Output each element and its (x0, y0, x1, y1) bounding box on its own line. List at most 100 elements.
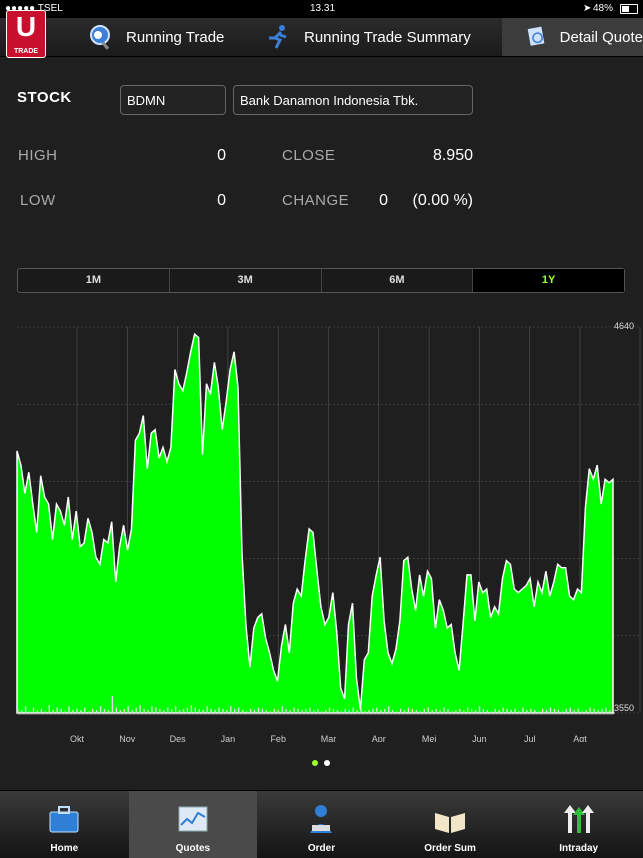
y-max-label: 4640 (614, 322, 634, 331)
volume-bar (95, 710, 98, 714)
volume-bar (277, 710, 279, 714)
volume-bar (348, 710, 350, 714)
volume-bar (111, 696, 114, 714)
volume-bar (510, 710, 512, 714)
volume-bar (569, 707, 571, 714)
volume-bar (222, 708, 224, 714)
tab-running-trade-label: Running Trade (126, 28, 225, 46)
volume-bar (447, 708, 449, 714)
x-axis-label: Jan (221, 734, 236, 742)
x-axis-label: Agt (573, 734, 587, 742)
volume-bar (238, 707, 240, 714)
change-value: 0 (379, 192, 388, 209)
volume-bar (514, 708, 516, 714)
volume-bar (293, 707, 295, 714)
stock-code-input[interactable]: BDMN (120, 85, 226, 115)
tab-home-label: Home (50, 843, 79, 854)
book-icon (435, 813, 466, 833)
volume-bar (273, 708, 275, 714)
volume-bar (135, 707, 137, 714)
tab-quotes[interactable]: Quotes (128, 791, 258, 858)
volume-bar (72, 710, 74, 714)
x-axis-label: Apr (372, 734, 386, 742)
status-bar: ●●●●● TSEL 13.31 ➤ 48% (0, 0, 643, 18)
tab-running-trade-summary-label: Running Trade Summary (304, 28, 471, 46)
period-6m[interactable]: 6M (322, 269, 474, 292)
volume-bar (206, 706, 208, 714)
volume-bar (526, 710, 528, 714)
volume-bar (380, 710, 382, 714)
volume-bar (301, 710, 303, 714)
volume-bar (530, 708, 532, 714)
volume-bar (242, 710, 244, 714)
volume-bar (143, 708, 145, 714)
volume-bar (305, 708, 307, 714)
volume-bar (163, 710, 165, 714)
period-3m[interactable]: 3M (170, 269, 322, 292)
logo-subtext: TRADE (13, 48, 39, 55)
volume-bar (174, 706, 177, 714)
volume-bar (155, 707, 157, 714)
page-indicator[interactable] (312, 753, 336, 771)
volume-bar (459, 708, 461, 714)
volume-bar (427, 707, 429, 714)
volume-bar (549, 707, 552, 714)
tab-order-sum[interactable]: Order Sum (386, 791, 515, 858)
volume-bar (52, 710, 54, 714)
tab-order[interactable]: Order (257, 791, 386, 858)
volume-bar (261, 708, 264, 714)
volume-bar (478, 706, 481, 714)
volume-bar (609, 710, 611, 714)
volume-bar (545, 710, 548, 714)
volume-bar (356, 710, 358, 714)
price-chart[interactable]: 4640 3550 Okt Nov Des Jan Feb Mar Apr Mei Jun Jul… (0, 322, 643, 742)
app-logo[interactable]: U TRADE (6, 10, 46, 58)
volume-bar (297, 708, 299, 714)
x-axis-label: Mar (321, 734, 337, 742)
volume-bar (542, 708, 544, 714)
volume-bar (439, 710, 441, 714)
tab-home[interactable]: Home (0, 791, 129, 858)
tab-running-trade-summary[interactable]: Running Trade Summary (264, 18, 471, 56)
tab-order-label: Order (307, 843, 336, 854)
period-1y[interactable]: 1Y (473, 269, 624, 292)
x-axis-label: Jul (524, 734, 536, 742)
y-min-label: 3550 (614, 703, 634, 713)
arrows-icon (563, 805, 594, 833)
volume-bar (178, 710, 181, 714)
location-icon: ➤ (583, 3, 592, 14)
volume-bar (360, 708, 362, 714)
volume-bar (352, 707, 354, 714)
volume-bar (463, 710, 465, 714)
tab-intraday[interactable]: Intraday (514, 791, 643, 858)
volume-bar (32, 707, 35, 714)
volume-bar (407, 707, 410, 714)
volume-bar (249, 708, 252, 714)
tab-detail-quote[interactable]: Detail Quote (502, 18, 643, 56)
volume-bar (151, 706, 153, 714)
clock-text: 13.31 (310, 3, 336, 14)
tab-detail-quote-label: Detail Quote (559, 28, 643, 46)
volume-bar (107, 710, 110, 714)
volume-bar (234, 708, 236, 714)
chart-icon (178, 806, 208, 832)
battery-text: 48% (593, 3, 614, 14)
volume-bar (324, 710, 327, 714)
volume-bar (573, 710, 575, 714)
volume-bar (474, 710, 477, 714)
x-axis-label: Jun (472, 734, 487, 742)
volume-bar (585, 710, 587, 714)
person-icon (310, 805, 333, 833)
high-label: HIGH (18, 147, 58, 164)
period-1m[interactable]: 1M (18, 269, 170, 292)
x-axis-label: Okt (70, 734, 85, 742)
volume-bar (317, 708, 319, 714)
volume-bar (392, 710, 394, 714)
volume-bar (336, 710, 339, 714)
low-value: 0 (217, 192, 226, 209)
volume-bar (159, 708, 161, 714)
tab-running-trade[interactable]: Running Trade (86, 18, 224, 56)
change-percent: (0.00 %) (412, 192, 473, 209)
volume-bar (431, 710, 433, 714)
volume-bar (597, 710, 599, 714)
